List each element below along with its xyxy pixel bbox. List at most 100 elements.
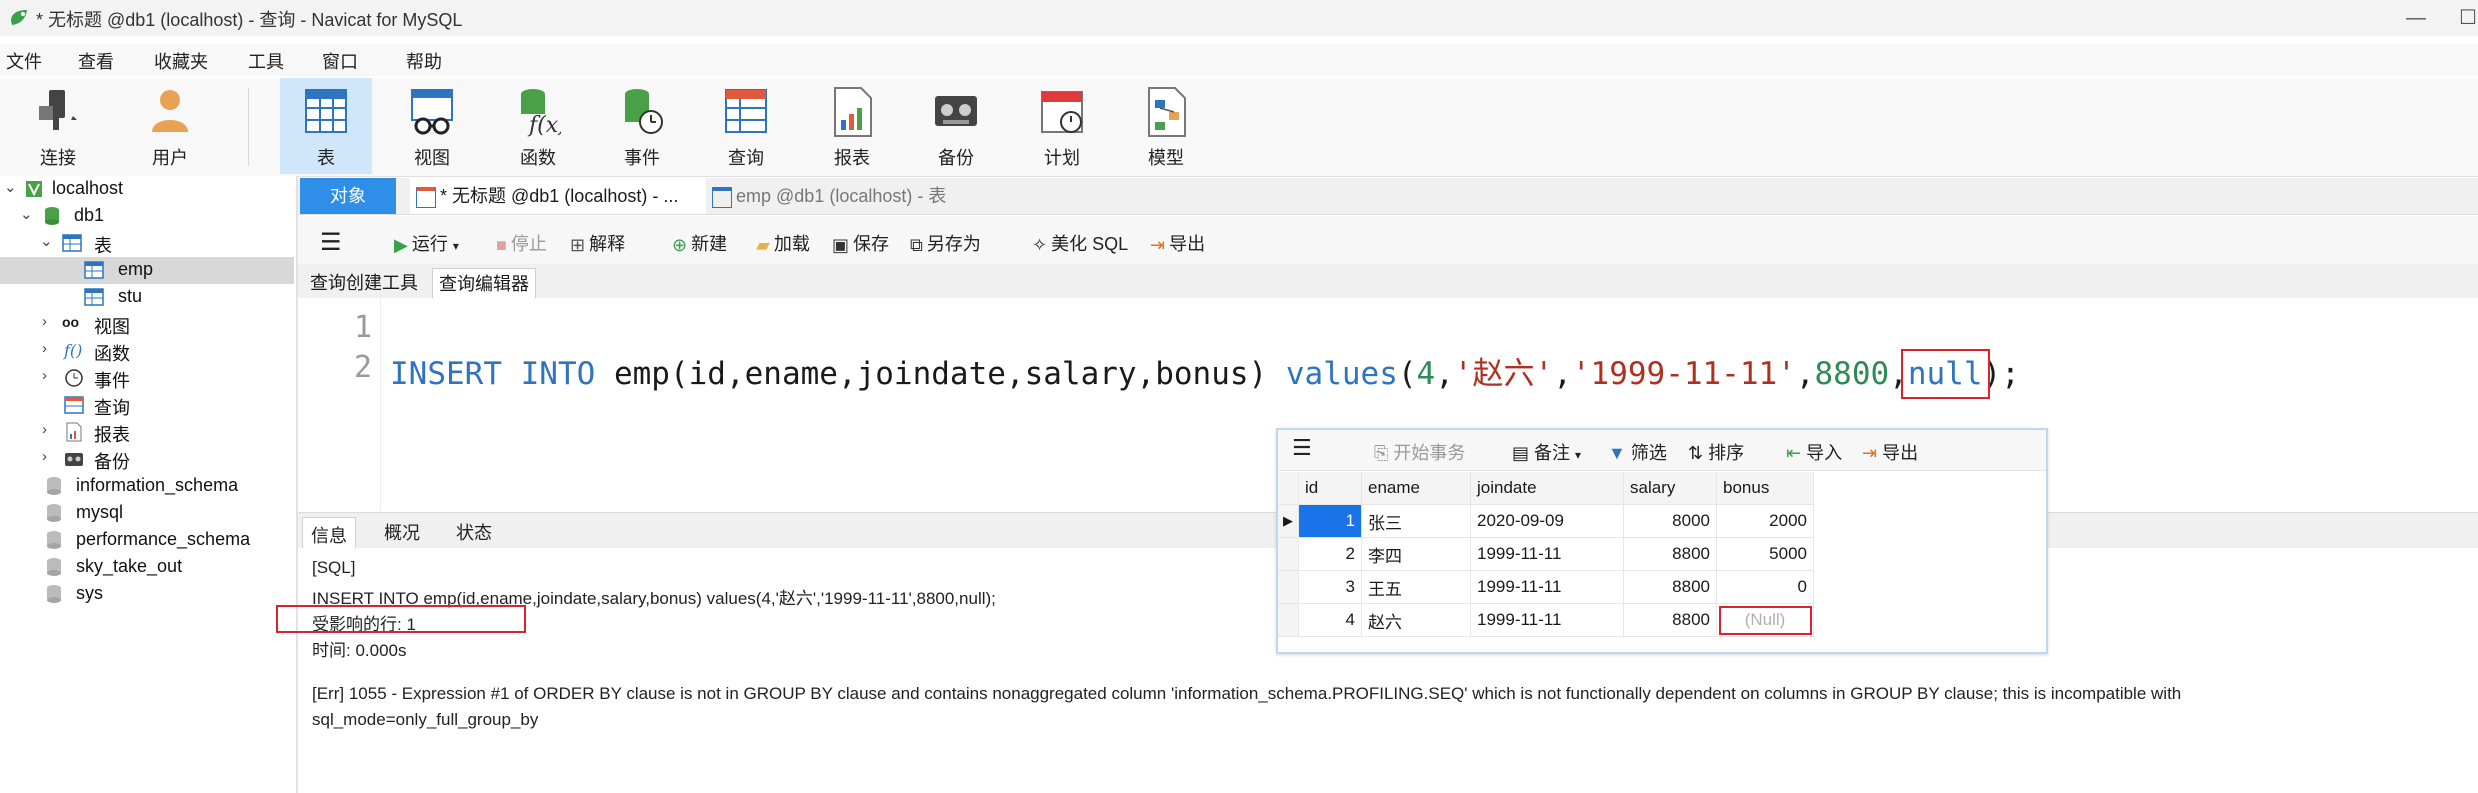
explain-button[interactable]: ⊞ 解释 xyxy=(570,230,625,256)
table-cell[interactable]: 张三 xyxy=(1361,504,1471,538)
table-cell[interactable]: 0 xyxy=(1716,570,1814,604)
begin-transaction-button[interactable]: ⎘ 开始事务 xyxy=(1374,439,1465,465)
table-cell[interactable]: 2000 xyxy=(1716,504,1814,538)
tree-item-stu[interactable]: stu xyxy=(0,284,294,311)
table-cell[interactable]: 1 xyxy=(1298,504,1362,538)
table-cell[interactable]: 赵六 xyxy=(1361,603,1471,637)
beautify-sql-button[interactable]: ✧ 美化 SQL xyxy=(1032,230,1128,256)
tab-query-editor[interactable]: 查询编辑器 xyxy=(432,268,536,299)
chevron-down-icon[interactable]: ⌄ xyxy=(40,232,53,250)
column-header[interactable]: bonus xyxy=(1716,472,1814,505)
save-as-button[interactable]: ⧉ 另存为 xyxy=(910,230,981,256)
tree-item-queries[interactable]: 查询 xyxy=(0,392,294,419)
maximize-button[interactable]: ☐ xyxy=(2440,0,2478,36)
menu-tools[interactable]: 工具 xyxy=(248,48,284,74)
user-button[interactable]: 用户 xyxy=(124,78,216,174)
export-button[interactable]: ⇥ 导出 xyxy=(1150,230,1205,256)
filter-button[interactable]: ▼ 筛选 xyxy=(1608,439,1667,465)
table-cell[interactable]: 李四 xyxy=(1361,537,1471,571)
table-cell[interactable]: 2020-09-09 xyxy=(1470,504,1624,538)
hamburger-menu-icon[interactable]: ☰ xyxy=(1292,435,1312,461)
tree-item-reports[interactable]: › 报表 xyxy=(0,419,294,446)
tab-query-builder[interactable]: 查询创建工具 xyxy=(304,268,424,298)
chevron-right-icon[interactable]: › xyxy=(42,448,47,465)
import-button[interactable]: ⇤ 导入 xyxy=(1786,439,1842,465)
view-button[interactable]: 视图 xyxy=(386,78,478,174)
tree-item-events[interactable]: › 事件 xyxy=(0,365,294,392)
sql-text: ( xyxy=(1397,356,1417,392)
schedule-button[interactable]: 计划 xyxy=(1016,78,1108,174)
tree-item-sky-take-out[interactable]: sky_take_out xyxy=(0,554,294,581)
tree-item-tables[interactable]: ⌄ 表 xyxy=(0,230,294,257)
function-button[interactable]: f(x) 函数 xyxy=(492,78,584,174)
tree-item-information-schema[interactable]: information_schema xyxy=(0,473,294,500)
connect-button[interactable]: 连接 xyxy=(12,78,104,174)
tree-item-backups[interactable]: › 备份 xyxy=(0,446,294,473)
table-row[interactable]: 3 王五 1999-11-11 8800 0 xyxy=(1278,570,1814,604)
table-cell[interactable]: 1999-11-11 xyxy=(1470,570,1624,604)
dropdown-arrow-icon[interactable]: ▾ xyxy=(453,239,459,253)
backup-button[interactable]: 备份 xyxy=(910,78,1002,174)
tab-emp[interactable]: emp @db1 (localhost) - 表 xyxy=(712,178,972,214)
export-button[interactable]: ⇥ 导出 xyxy=(1862,439,1918,465)
query-button[interactable]: 查询 xyxy=(700,78,792,174)
table-cell[interactable]: 1999-11-11 xyxy=(1470,603,1624,637)
tree-item-views[interactable]: › oo 视图 xyxy=(0,311,294,338)
table-cell[interactable]: 4 xyxy=(1298,603,1362,637)
table-cell[interactable]: 5000 xyxy=(1716,537,1814,571)
column-header[interactable]: salary xyxy=(1623,472,1717,505)
chevron-down-icon[interactable]: ⌄ xyxy=(20,205,33,223)
table-row[interactable]: 2 李四 1999-11-11 8800 5000 xyxy=(1278,537,1814,571)
table-cell[interactable]: 8800 xyxy=(1623,603,1717,637)
chevron-right-icon[interactable]: › xyxy=(42,421,47,438)
table-cell[interactable]: 8800 xyxy=(1623,537,1717,571)
null-cell[interactable]: (Null) xyxy=(1716,603,1814,637)
tree-item-functions[interactable]: › f() 函数 xyxy=(0,338,294,365)
column-header[interactable]: ename xyxy=(1361,472,1471,505)
load-button[interactable]: ▰ 加载 xyxy=(756,230,810,256)
table-cell[interactable]: 3 xyxy=(1298,570,1362,604)
table-cell[interactable]: 王五 xyxy=(1361,570,1471,604)
menu-file[interactable]: 文件 xyxy=(6,48,42,74)
table-row[interactable]: ▶ 1 张三 2020-09-09 8000 2000 xyxy=(1278,504,1814,538)
column-header[interactable]: joindate xyxy=(1470,472,1624,505)
chevron-right-icon[interactable]: › xyxy=(42,313,47,330)
tab-overview[interactable]: 概况 xyxy=(384,519,420,545)
chevron-right-icon[interactable]: › xyxy=(42,340,47,357)
menu-help[interactable]: 帮助 xyxy=(406,48,442,74)
column-header[interactable]: id xyxy=(1298,472,1362,505)
tree-item-performance-schema[interactable]: performance_schema xyxy=(0,527,294,554)
tree-item-sys[interactable]: sys xyxy=(0,581,294,608)
table-button[interactable]: 表 xyxy=(280,78,372,174)
report-button[interactable]: 报表 xyxy=(806,78,898,174)
stop-button[interactable]: ■ 停止 xyxy=(496,230,547,256)
chevron-down-icon[interactable]: ⌄ xyxy=(4,178,17,196)
event-button[interactable]: 事件 xyxy=(596,78,688,174)
tab-status[interactable]: 状态 xyxy=(456,519,492,545)
table-cell[interactable]: 8000 xyxy=(1623,504,1717,538)
run-button[interactable]: ▶ 运行 ▾ xyxy=(394,230,459,256)
dropdown-arrow-icon[interactable]: ▾ xyxy=(1575,448,1581,462)
model-button[interactable]: 模型 xyxy=(1120,78,1212,174)
sort-button[interactable]: ⇅ 排序 xyxy=(1688,439,1744,465)
chevron-right-icon[interactable]: › xyxy=(42,367,47,384)
table-row[interactable]: 4 赵六 1999-11-11 8800 (Null) xyxy=(1278,603,1814,637)
note-button[interactable]: ▤ 备注 ▾ xyxy=(1512,439,1581,465)
new-button[interactable]: ⊕ 新建 xyxy=(672,230,727,256)
tree-item-localhost[interactable]: ⌄ localhost xyxy=(0,176,294,203)
table-cell[interactable]: 1999-11-11 xyxy=(1470,537,1624,571)
hamburger-menu-icon[interactable]: ☰ xyxy=(320,228,342,257)
tree-item-db1[interactable]: ⌄ db1 xyxy=(0,203,294,230)
table-cell[interactable]: 2 xyxy=(1298,537,1362,571)
menu-favorites[interactable]: 收藏夹 xyxy=(154,48,208,74)
minimize-button[interactable]: — xyxy=(2388,0,2444,36)
tab-info[interactable]: 信息 xyxy=(302,517,356,552)
tree-item-emp[interactable]: emp xyxy=(0,257,294,284)
tree-item-mysql[interactable]: mysql xyxy=(0,500,294,527)
tab-objects[interactable]: 对象 xyxy=(300,178,396,214)
menu-view[interactable]: 查看 xyxy=(78,48,114,74)
save-button[interactable]: ▣ 保存 xyxy=(832,230,889,256)
table-cell[interactable]: 8800 xyxy=(1623,570,1717,604)
tab-query[interactable]: * 无标题 @db1 (localhost) - ... xyxy=(410,178,706,214)
menu-window[interactable]: 窗口 xyxy=(322,48,358,74)
